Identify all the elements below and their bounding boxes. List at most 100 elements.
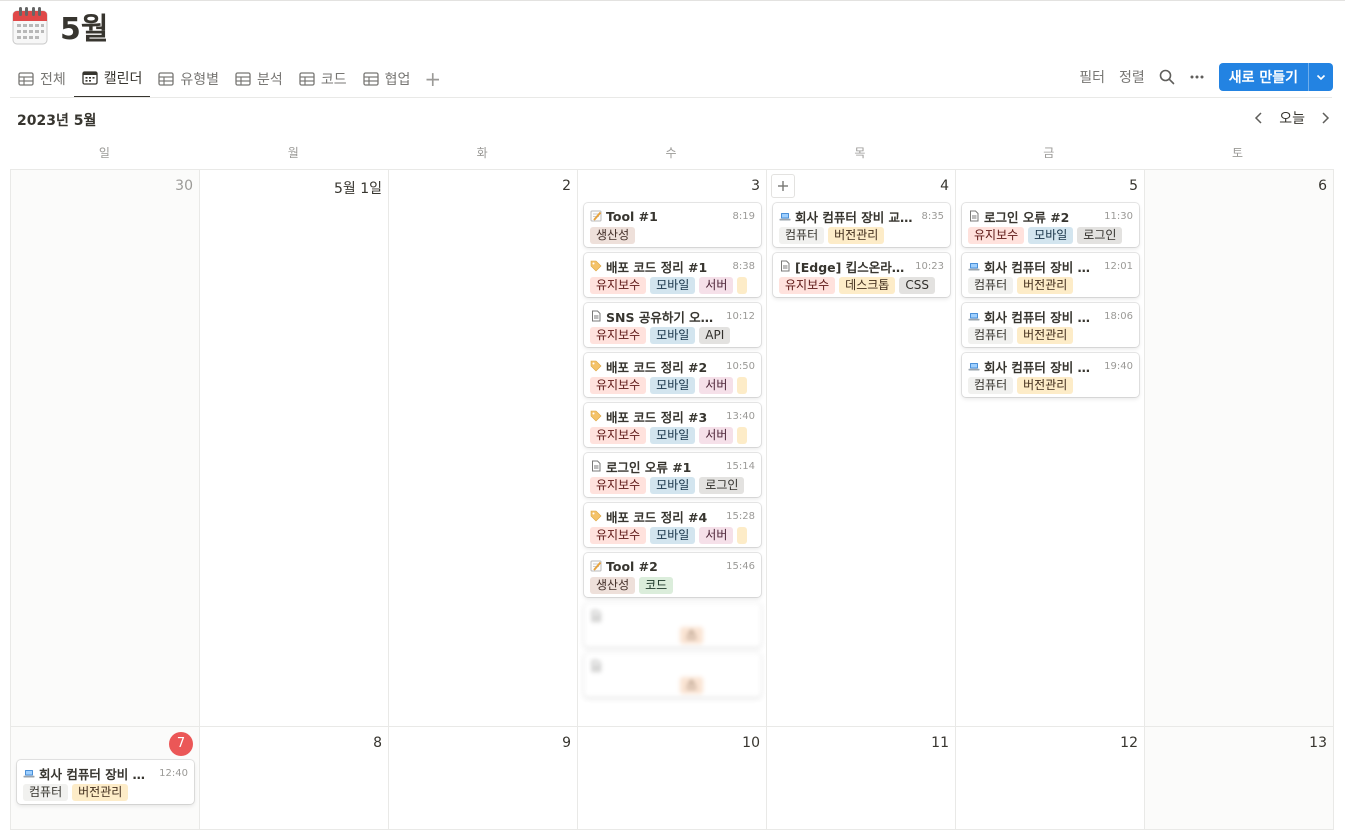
day-cell[interactable]: 3 Tool #1 8:19 생산성 배포 코드 정리 #1 8:38 유지보수 모바일 서버 S… [578,170,767,727]
event-tag: 유지보수 [779,277,836,294]
day-number: 4 [940,178,949,194]
event-time: 13:40 [726,410,755,422]
event-tags: 유지보수 모바일 서버 [590,377,755,394]
day-number: 5월 1일 [333,181,382,197]
filter-button[interactable]: 필터 [1079,67,1105,87]
month-label: 2023년 5월 [17,113,97,129]
event-card[interactable]: 배포 코드 정리 #1 8:38 유지보수 모바일 서버 [584,253,761,297]
new-button-group: 새로 만들기 [1218,63,1333,91]
page-icon [968,210,980,222]
event-card-header: 회사 컴퓨터 장비 … 18:06 [968,306,1133,326]
search-icon[interactable] [1159,69,1175,85]
sort-button[interactable]: 정렬 [1119,67,1145,87]
calendar-grid: 30 5월 1일 2 3 Tool #1 8:19 생산성 배포 코드 정리 #1 8:38 유지… [10,169,1334,830]
chevron-down-icon[interactable] [1308,63,1333,91]
event-card[interactable]: 회사 컴퓨터 장비 … 18:06 컴퓨터 버전관리 [962,303,1139,347]
event-tag: 유지보수 [590,427,647,444]
day-cell[interactable]: 5 로그인 오류 #2 11:30 유지보수 모바일 로그인 회사 컴퓨터 장비 … 12:0… [956,170,1145,727]
tab-3[interactable]: 분석 [227,60,291,98]
weekday-header: 일월화수목금토 [10,142,1332,164]
day-cell[interactable]: 7 회사 컴퓨터 장비 … 12:40 컴퓨터 버전관리 [11,727,200,830]
event-card-header: 회사 컴퓨터 장비 … 19:40 [968,356,1133,376]
event-tag: 버전관리 [72,784,129,801]
event-tags: 유지보수 모바일 서버 [590,527,755,544]
day-cell[interactable]: 2 [389,170,578,727]
event-tag: 모바일 [650,427,696,444]
event-list: 회사 컴퓨터 장비 교… 8:35 컴퓨터버전관리 [Edge] 킵스온라인 … 10:… [773,203,950,297]
tab-1[interactable]: 캘린더 [73,60,151,98]
event-card[interactable]: Tool #1 8:19 생산성 [584,203,761,247]
event-time: 18:06 [1104,310,1133,322]
event-card-header [590,656,755,676]
event-title: Tool #2 [606,558,658,574]
day-cell[interactable]: 12 [956,727,1145,830]
day-cell[interactable]: 11 [767,727,956,830]
add-view-icon[interactable]: + [418,60,447,98]
event-card[interactable]: 로그인 오류 #2 11:30 유지보수 모바일 로그인 [962,203,1139,247]
today-button[interactable]: 오늘 [1279,108,1305,128]
event-tag: 컴퓨터 [968,377,1014,394]
laptop-icon [968,260,980,272]
event-tags: 컴퓨터 버전관리 [779,227,944,244]
table-icon [235,72,251,86]
today-marker: 7 [169,732,193,756]
event-tag: 생산성 [590,227,636,244]
day-cell[interactable]: 8 [200,727,389,830]
table-icon [362,72,379,86]
event-card[interactable]: SNS 공유하기 오류… 10:12 유지보수 모바일 API [584,303,761,347]
event-tag: 서버 [699,377,734,394]
table-icon [18,72,34,86]
event-card[interactable]: 회사 컴퓨터 장비 … 19:40 컴퓨터 버전관리 [962,353,1139,397]
day-cell[interactable]: 13 [1145,727,1334,830]
day-number: 10 [742,735,760,751]
chevron-right-icon[interactable] [1319,111,1331,125]
new-button[interactable]: 새로 만들기 [1219,63,1308,91]
tab-5[interactable]: 협업 [355,60,419,98]
event-card[interactable]: Tool #2 15:46 생산성 코드 [584,553,761,597]
page-icon [590,460,602,472]
chevron-left-icon[interactable] [1253,111,1265,125]
event-time: 8:38 [732,260,755,272]
calendar-icon [82,71,98,85]
tag-icon [590,360,602,372]
event-card-header: 회사 컴퓨터 장비 교… 8:35 [779,206,944,226]
event-card[interactable]: 배포 코드 정리 #4 15:28 유지보수 모바일 서버 [584,503,761,547]
event-card[interactable]: 회사 컴퓨터 장비 … 12:01 컴퓨터 버전관리 [962,253,1139,297]
tab-label: 협업 [384,72,411,88]
event-tags: 컴퓨터 버전관리 [968,377,1133,394]
day-cell[interactable]: 9 [389,727,578,830]
event-tags: 생산성 [590,227,755,244]
tab-0[interactable]: 전체 [10,60,74,98]
event-tag: 모바일 [1028,227,1074,244]
event-tag: 서버 [699,277,734,294]
tab-2[interactable]: 유형별 [150,60,227,98]
day-cell[interactable]: 5월 1일 [200,170,389,727]
event-card[interactable]: 스 [584,603,761,647]
event-card-header: Tool #1 8:19 [590,206,755,226]
event-card[interactable]: 로그인 오류 #1 15:14 유지보수 모바일 로그인 [584,453,761,497]
page-icon [590,310,602,322]
event-card[interactable]: [Edge] 킵스온라인 … 10:23 유지보수데스크톱CSS [773,253,950,297]
day-cell[interactable]: 10 [578,727,767,830]
month-nav: 오늘 [1253,108,1331,128]
event-tag: 컴퓨터 [23,784,69,801]
event-card[interactable]: 회사 컴퓨터 장비 … 12:40 컴퓨터 버전관리 [17,760,194,804]
add-event-icon[interactable] [771,174,795,198]
tab-4[interactable]: 코드 [291,60,355,98]
event-tag: 모바일 [650,477,696,494]
event-card[interactable]: 배포 코드 정리 #2 10:50 유지보수 모바일 서버 [584,353,761,397]
day-number: 9 [562,735,571,751]
event-card[interactable]: 스 [584,653,761,697]
event-card[interactable]: 회사 컴퓨터 장비 교… 8:35 컴퓨터 버전관리 [773,203,950,247]
day-cell[interactable]: 4 회사 컴퓨터 장비 교… 8:35 컴퓨터버전관리 [Edge] 킵스온라인 … 10… [767,170,956,727]
event-card[interactable]: 배포 코드 정리 #3 13:40 유지보수 모바일 서버 [584,403,761,447]
day-cell[interactable]: 6 [1145,170,1334,727]
day-cell[interactable]: 30 [11,170,200,727]
event-tag: 서버 [699,427,734,444]
weekday-label: 월 [287,146,299,160]
more-icon[interactable] [1189,69,1205,85]
weekday-label: 금 [1043,146,1055,160]
event-tags: 생산성 코드 [590,577,755,594]
event-time: 10:50 [726,360,755,372]
event-title: 회사 컴퓨터 장비 … [984,309,1091,325]
